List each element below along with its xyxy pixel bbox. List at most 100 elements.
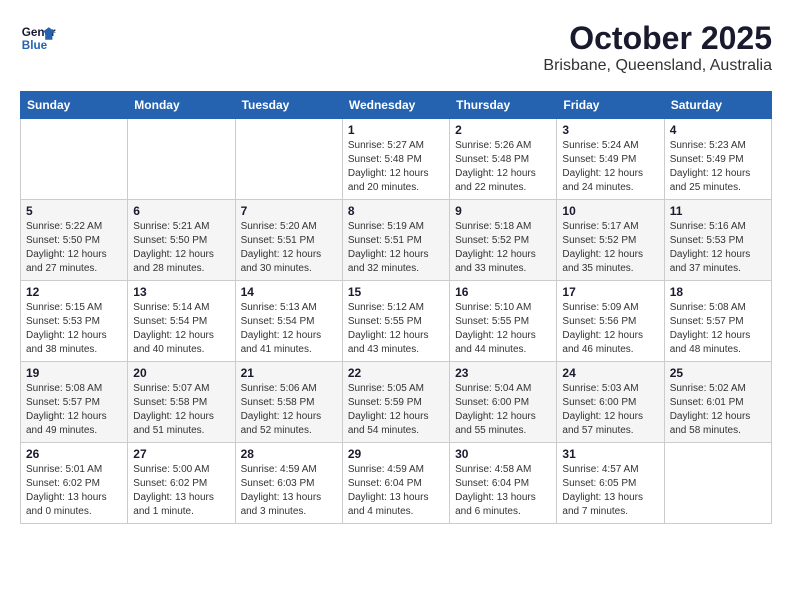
calendar-cell	[128, 119, 235, 200]
day-info: Sunrise: 4:59 AM Sunset: 6:03 PM Dayligh…	[241, 464, 322, 517]
day-info: Sunrise: 5:27 AM Sunset: 5:48 PM Dayligh…	[348, 140, 429, 193]
day-number: 30	[455, 447, 551, 461]
day-info: Sunrise: 4:59 AM Sunset: 6:04 PM Dayligh…	[348, 464, 429, 517]
day-number: 4	[670, 123, 766, 137]
calendar-cell: 25Sunrise: 5:02 AM Sunset: 6:01 PM Dayli…	[664, 362, 771, 443]
day-info: Sunrise: 5:23 AM Sunset: 5:49 PM Dayligh…	[670, 140, 751, 193]
calendar-cell: 4 Sunrise: 5:23 AM Sunset: 5:49 PM Daylig…	[664, 119, 771, 200]
day-number: 18	[670, 285, 766, 299]
calendar-cell: 26Sunrise: 5:01 AM Sunset: 6:02 PM Dayli…	[21, 443, 128, 524]
day-info: Sunrise: 4:57 AM Sunset: 6:05 PM Dayligh…	[562, 464, 643, 517]
day-number: 15	[348, 285, 444, 299]
calendar-cell: 5Sunrise: 5:22 AM Sunset: 5:50 PM Daylig…	[21, 200, 128, 281]
page-header: General Blue October 2025 Brisbane, Quee…	[20, 20, 772, 75]
day-info: Sunrise: 5:10 AM Sunset: 5:55 PM Dayligh…	[455, 302, 536, 355]
day-number: 8	[348, 204, 444, 218]
calendar-cell	[664, 443, 771, 524]
calendar-cell: 29 Sunrise: 4:59 AM Sunset: 6:04 PM Dayli…	[342, 443, 449, 524]
calendar-cell: 3Sunrise: 5:24 AM Sunset: 5:49 PM Daylig…	[557, 119, 664, 200]
day-number: 19	[26, 366, 122, 380]
day-number: 5	[26, 204, 122, 218]
day-number: 20	[133, 366, 229, 380]
title-section: October 2025 Brisbane, Queensland, Austr…	[543, 20, 772, 75]
calendar-cell: 6 Sunrise: 5:21 AM Sunset: 5:50 PM Daylig…	[128, 200, 235, 281]
calendar-cell: 21 Sunrise: 5:06 AM Sunset: 5:58 PM Dayli…	[235, 362, 342, 443]
day-header-saturday: Saturday	[664, 92, 771, 119]
calendar-cell: 28 Sunrise: 4:59 AM Sunset: 6:03 PM Dayli…	[235, 443, 342, 524]
calendar-body: 1 Sunrise: 5:27 AM Sunset: 5:48 PM Daylig…	[21, 119, 772, 524]
calendar-cell: 12Sunrise: 5:15 AM Sunset: 5:53 PM Dayli…	[21, 281, 128, 362]
day-number: 24	[562, 366, 658, 380]
day-info: Sunrise: 5:07 AM Sunset: 5:58 PM Dayligh…	[133, 383, 214, 436]
day-number: 10	[562, 204, 658, 218]
calendar-cell: 13 Sunrise: 5:14 AM Sunset: 5:54 PM Dayli…	[128, 281, 235, 362]
day-number: 7	[241, 204, 337, 218]
calendar-cell	[21, 119, 128, 200]
day-number: 31	[562, 447, 658, 461]
day-info: Sunrise: 5:08 AM Sunset: 5:57 PM Dayligh…	[26, 383, 107, 436]
day-info: Sunrise: 5:05 AM Sunset: 5:59 PM Dayligh…	[348, 383, 429, 436]
calendar-cell: 15 Sunrise: 5:12 AM Sunset: 5:55 PM Dayli…	[342, 281, 449, 362]
day-info: Sunrise: 5:02 AM Sunset: 6:01 PM Dayligh…	[670, 383, 751, 436]
calendar-cell: 14Sunrise: 5:13 AM Sunset: 5:54 PM Dayli…	[235, 281, 342, 362]
calendar-cell: 16 Sunrise: 5:10 AM Sunset: 5:55 PM Dayli…	[450, 281, 557, 362]
day-number: 17	[562, 285, 658, 299]
day-number: 27	[133, 447, 229, 461]
day-number: 16	[455, 285, 551, 299]
calendar-cell: 11Sunrise: 5:16 AM Sunset: 5:53 PM Dayli…	[664, 200, 771, 281]
week-row-2: 12Sunrise: 5:15 AM Sunset: 5:53 PM Dayli…	[21, 281, 772, 362]
day-info: Sunrise: 5:19 AM Sunset: 5:51 PM Dayligh…	[348, 221, 429, 274]
day-number: 2	[455, 123, 551, 137]
day-info: Sunrise: 5:26 AM Sunset: 5:48 PM Dayligh…	[455, 140, 536, 193]
week-row-1: 5Sunrise: 5:22 AM Sunset: 5:50 PM Daylig…	[21, 200, 772, 281]
day-number: 1	[348, 123, 444, 137]
calendar-cell: 19 Sunrise: 5:08 AM Sunset: 5:57 PM Dayli…	[21, 362, 128, 443]
day-info: Sunrise: 5:15 AM Sunset: 5:53 PM Dayligh…	[26, 302, 107, 355]
day-info: Sunrise: 5:00 AM Sunset: 6:02 PM Dayligh…	[133, 464, 214, 517]
day-number: 6	[133, 204, 229, 218]
week-row-4: 26Sunrise: 5:01 AM Sunset: 6:02 PM Dayli…	[21, 443, 772, 524]
day-number: 3	[562, 123, 658, 137]
calendar-cell: 20 Sunrise: 5:07 AM Sunset: 5:58 PM Dayli…	[128, 362, 235, 443]
day-info: Sunrise: 5:21 AM Sunset: 5:50 PM Dayligh…	[133, 221, 214, 274]
logo: General Blue	[20, 20, 56, 56]
day-header-friday: Friday	[557, 92, 664, 119]
day-header-thursday: Thursday	[450, 92, 557, 119]
day-info: Sunrise: 5:08 AM Sunset: 5:57 PM Dayligh…	[670, 302, 751, 355]
calendar-cell: 2 Sunrise: 5:26 AM Sunset: 5:48 PM Daylig…	[450, 119, 557, 200]
day-info: Sunrise: 5:12 AM Sunset: 5:55 PM Dayligh…	[348, 302, 429, 355]
calendar-cell: 17 Sunrise: 5:09 AM Sunset: 5:56 PM Dayli…	[557, 281, 664, 362]
calendar-cell: 27 Sunrise: 5:00 AM Sunset: 6:02 PM Dayli…	[128, 443, 235, 524]
calendar-cell: 1 Sunrise: 5:27 AM Sunset: 5:48 PM Daylig…	[342, 119, 449, 200]
day-number: 28	[241, 447, 337, 461]
day-info: Sunrise: 5:04 AM Sunset: 6:00 PM Dayligh…	[455, 383, 536, 436]
calendar-cell: 8 Sunrise: 5:19 AM Sunset: 5:51 PM Daylig…	[342, 200, 449, 281]
calendar-cell: 22Sunrise: 5:05 AM Sunset: 5:59 PM Dayli…	[342, 362, 449, 443]
logo-icon: General Blue	[20, 20, 56, 56]
calendar-table: SundayMondayTuesdayWednesdayThursdayFrid…	[20, 91, 772, 524]
day-info: Sunrise: 5:20 AM Sunset: 5:51 PM Dayligh…	[241, 221, 322, 274]
day-info: Sunrise: 5:06 AM Sunset: 5:58 PM Dayligh…	[241, 383, 322, 436]
day-number: 13	[133, 285, 229, 299]
day-info: Sunrise: 4:58 AM Sunset: 6:04 PM Dayligh…	[455, 464, 536, 517]
calendar-cell: 30 Sunrise: 4:58 AM Sunset: 6:04 PM Dayli…	[450, 443, 557, 524]
calendar-header: SundayMondayTuesdayWednesdayThursdayFrid…	[21, 92, 772, 119]
day-info: Sunrise: 5:17 AM Sunset: 5:52 PM Dayligh…	[562, 221, 643, 274]
day-header-wednesday: Wednesday	[342, 92, 449, 119]
day-info: Sunrise: 5:09 AM Sunset: 5:56 PM Dayligh…	[562, 302, 643, 355]
day-info: Sunrise: 5:14 AM Sunset: 5:54 PM Dayligh…	[133, 302, 214, 355]
calendar-cell: 7 Sunrise: 5:20 AM Sunset: 5:51 PM Daylig…	[235, 200, 342, 281]
calendar-cell: 23 Sunrise: 5:04 AM Sunset: 6:00 PM Dayli…	[450, 362, 557, 443]
calendar-cell: 31 Sunrise: 4:57 AM Sunset: 6:05 PM Dayli…	[557, 443, 664, 524]
day-number: 23	[455, 366, 551, 380]
day-header-sunday: Sunday	[21, 92, 128, 119]
calendar-cell: 18 Sunrise: 5:08 AM Sunset: 5:57 PM Dayli…	[664, 281, 771, 362]
day-number: 21	[241, 366, 337, 380]
day-info: Sunrise: 5:13 AM Sunset: 5:54 PM Dayligh…	[241, 302, 322, 355]
week-row-3: 19 Sunrise: 5:08 AM Sunset: 5:57 PM Dayli…	[21, 362, 772, 443]
week-row-0: 1 Sunrise: 5:27 AM Sunset: 5:48 PM Daylig…	[21, 119, 772, 200]
day-number: 9	[455, 204, 551, 218]
calendar-cell: 9Sunrise: 5:18 AM Sunset: 5:52 PM Daylig…	[450, 200, 557, 281]
day-number: 29	[348, 447, 444, 461]
calendar-title: October 2025	[543, 20, 772, 57]
